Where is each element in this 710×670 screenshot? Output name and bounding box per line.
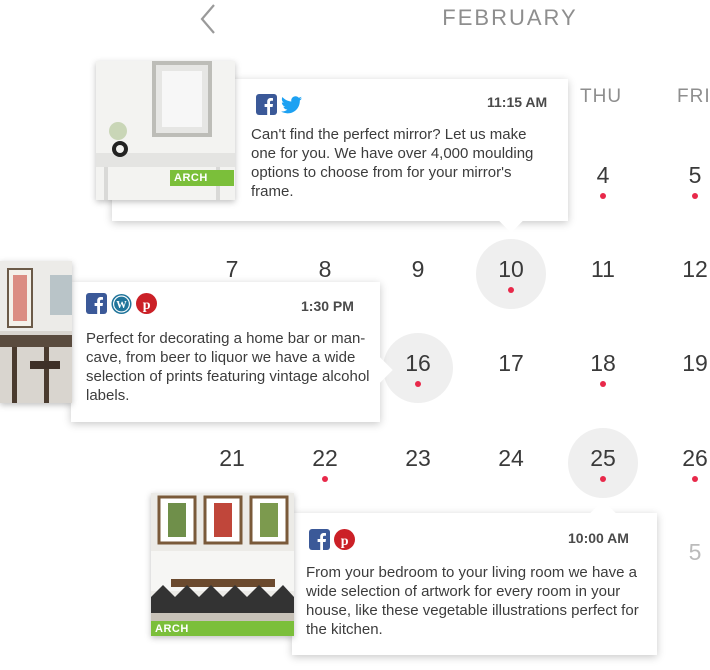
day-cell[interactable]: 9 — [383, 239, 453, 309]
day-cell[interactable]: 24 — [476, 428, 546, 498]
day-number: 11 — [591, 256, 615, 282]
day-number: 21 — [219, 445, 245, 471]
day-number: 8 — [318, 256, 332, 282]
day-cell[interactable]: 4 — [568, 145, 638, 215]
day-number: 24 — [498, 445, 524, 471]
post-message: From your bedroom to your living room we… — [306, 564, 639, 638]
month-title: FEBRUARY — [442, 5, 578, 30]
twitter-icon — [281, 94, 302, 115]
kitchen-photo-illustration — [151, 493, 294, 636]
day-number: 26 — [682, 445, 708, 471]
post-indicator-dot — [600, 476, 606, 482]
post-time: 11:15 AM — [487, 94, 548, 110]
day-cell-selected[interactable]: 10 — [476, 239, 546, 309]
svg-text:W: W — [116, 300, 127, 311]
network-icons: p — [309, 529, 355, 550]
day-number: 9 — [411, 256, 425, 282]
brand-logo: ARCH — [170, 170, 234, 186]
svg-text:p: p — [143, 298, 151, 313]
day-number: 19 — [682, 350, 708, 376]
day-cell-next-month[interactable]: 5 — [660, 522, 710, 592]
chevron-left-icon — [200, 4, 215, 34]
day-cell[interactable]: 5 — [660, 145, 710, 215]
post-indicator-dot — [415, 381, 421, 387]
post-time: 10:00 AM — [568, 530, 629, 546]
post-image-bar[interactable] — [0, 261, 72, 403]
card-pointer — [590, 500, 616, 526]
facebook-icon — [256, 94, 277, 115]
post-image-kitchen[interactable]: ARCH — [151, 493, 294, 636]
weekday-header-thu: THU — [580, 86, 623, 107]
prev-month-button[interactable] — [196, 2, 226, 36]
scheduled-post-card[interactable]: p 10:00 AM From your bedroom to your liv… — [292, 500, 657, 655]
day-number: 5 — [688, 162, 702, 188]
day-cell[interactable]: 21 — [197, 428, 267, 498]
day-number: 16 — [405, 350, 431, 376]
bar-photo-illustration — [0, 261, 72, 403]
pinterest-icon: p — [334, 529, 355, 550]
day-cell[interactable]: 12 — [660, 239, 710, 309]
post-indicator-dot — [322, 476, 328, 482]
day-number: 5 — [688, 539, 702, 565]
day-number: 4 — [596, 162, 610, 188]
day-number: 23 — [405, 445, 431, 471]
facebook-icon — [309, 529, 330, 550]
post-indicator-dot — [600, 193, 606, 199]
day-number: 18 — [590, 350, 616, 376]
wordpress-icon: W — [111, 293, 132, 314]
day-number: 17 — [498, 350, 524, 376]
post-indicator-dot — [692, 193, 698, 199]
facebook-icon — [86, 293, 107, 314]
day-cell[interactable]: 11 — [568, 239, 638, 309]
day-cell[interactable]: 22 — [290, 428, 360, 498]
day-number: 25 — [590, 445, 616, 471]
network-icons — [256, 94, 302, 115]
weekday-header-fri: FRI — [677, 86, 710, 107]
svg-text:p: p — [341, 534, 349, 549]
post-indicator-dot — [508, 287, 514, 293]
day-cell-selected[interactable]: 16 — [383, 333, 453, 403]
card-pointer — [498, 207, 524, 233]
post-image-mirror[interactable]: ARCH — [96, 61, 235, 200]
day-number: 22 — [312, 445, 338, 471]
day-cell-selected[interactable]: 25 — [568, 428, 638, 498]
post-message: Can't find the perfect mirror? Let us ma… — [251, 126, 534, 200]
brand-logo: ARCH — [151, 621, 294, 636]
post-indicator-dot — [600, 381, 606, 387]
pinterest-icon: p — [136, 293, 157, 314]
post-message: Perfect for decorating a home bar or man… — [86, 330, 370, 404]
post-time: 1:30 PM — [301, 298, 354, 314]
day-cell[interactable]: 17 — [476, 333, 546, 403]
network-icons: W p — [86, 293, 157, 314]
day-cell[interactable]: 26 — [660, 428, 710, 498]
day-number: 10 — [498, 256, 524, 282]
day-number: 7 — [225, 256, 239, 282]
day-cell[interactable]: 23 — [383, 428, 453, 498]
day-cell[interactable]: 19 — [660, 333, 710, 403]
day-number: 12 — [682, 256, 708, 282]
day-cell[interactable]: 18 — [568, 333, 638, 403]
post-indicator-dot — [692, 476, 698, 482]
scheduled-post-card[interactable]: W p 1:30 PM Perfect for decorating a hom… — [71, 282, 393, 422]
